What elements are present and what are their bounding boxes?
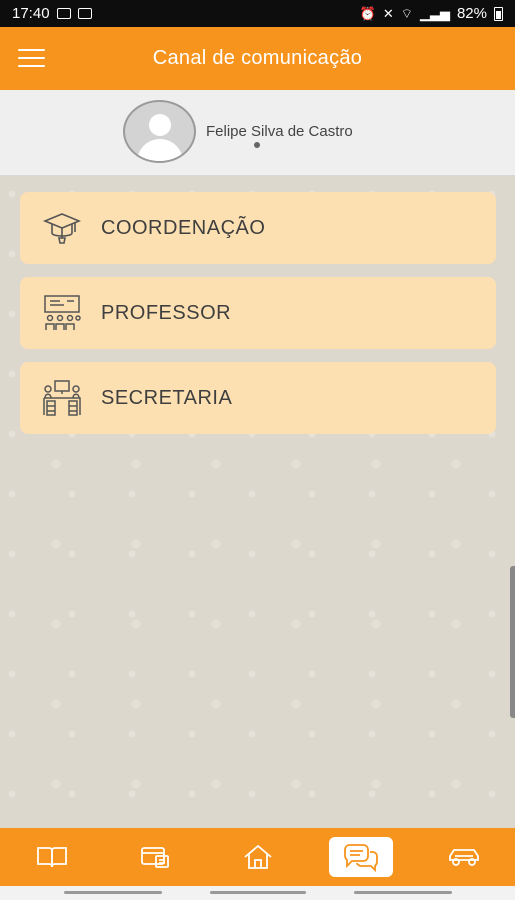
channel-card-coordenacao[interactable]: COORDENAÇÃO	[20, 192, 496, 264]
bus-pass-icon	[140, 847, 169, 868]
edge-panel-handle[interactable]	[510, 566, 515, 718]
mute-icon: ✕	[382, 5, 394, 21]
alarm-icon: ⏰	[359, 5, 376, 21]
channel-label: COORDENAÇÃO	[101, 216, 266, 239]
graduation-cap-icon	[42, 213, 82, 244]
profile-header: Felipe Silva de Castro	[0, 90, 515, 176]
nav-transport[interactable]	[432, 837, 496, 877]
channel-label: PROFESSOR	[101, 301, 232, 324]
battery-percent: 82%	[456, 5, 487, 22]
channel-label: SECRETARIA	[101, 386, 233, 409]
status-time: 17:40	[12, 5, 50, 22]
office-desk-icon	[43, 380, 81, 416]
nav-wallet[interactable]	[123, 837, 187, 877]
app-bar: Canal de comunicação	[0, 27, 515, 90]
home-icon	[243, 844, 272, 869]
avatar[interactable]	[123, 100, 196, 163]
gallery-notification-icon	[56, 8, 71, 19]
message-notification-icon	[77, 8, 92, 19]
chat-wallpaper	[0, 176, 515, 828]
channel-card-secretaria[interactable]: SECRETARIA	[20, 362, 496, 434]
car-icon	[448, 849, 479, 866]
status-bar: 17:40 ⏰ ✕ ⌔ ▁▃▅ 82%	[0, 0, 515, 27]
book-icon	[36, 847, 67, 868]
page-title: Canal de comunicação	[152, 47, 363, 69]
page-indicator-dot	[254, 142, 260, 148]
system-nav-bar	[0, 886, 515, 900]
wifi-icon: ⌔	[400, 5, 413, 21]
nav-home[interactable]	[226, 837, 290, 877]
chat-icon	[343, 844, 378, 872]
teacher-classroom-icon	[44, 295, 81, 330]
bottom-nav	[0, 828, 515, 886]
profile-name: Felipe Silva de Castro	[206, 123, 353, 140]
channel-card-professor[interactable]: PROFESSOR	[20, 277, 496, 349]
signal-icon: ▁▃▅	[419, 5, 450, 21]
menu-icon[interactable]	[18, 49, 45, 68]
nav-chat[interactable]	[328, 837, 393, 877]
battery-icon	[494, 6, 503, 21]
nav-agenda[interactable]	[20, 837, 84, 877]
